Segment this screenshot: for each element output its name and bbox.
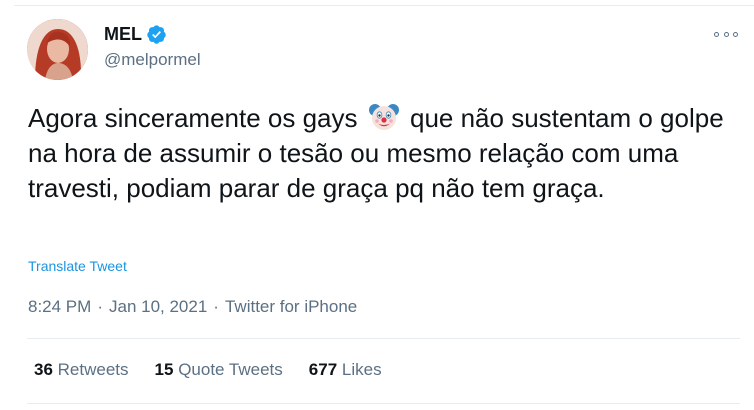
meta-separator: · [97,297,103,316]
tweet-date[interactable]: Jan 10, 2021 [109,297,207,317]
likes-label: Likes [341,360,382,379]
verified-badge-icon [146,24,167,45]
translate-tweet-link[interactable]: Translate Tweet [28,258,127,274]
tweet-text-part-1: Agora sinceramente os gays [28,103,358,133]
tweet-card: MEL @melpormel Agora sinceramente os gay… [0,0,754,410]
stats-top-divider [27,338,740,339]
quote-tweets-stat[interactable]: 15 Quote Tweets [155,360,283,380]
tweet-stats: 36 Retweets 15 Quote Tweets 677 Likes [34,360,382,380]
retweets-label: Retweets [57,360,129,379]
tweet-text: Agora sinceramente os gays que não suste… [28,101,728,206]
quote-tweets-count: 15 [154,360,174,379]
clown-face-icon [368,101,400,133]
likes-stat[interactable]: 677 Likes [309,360,382,380]
meta-separator: · [213,297,219,316]
tweet-source[interactable]: Twitter for iPhone [225,297,357,317]
author-name-row[interactable]: MEL [104,24,167,45]
top-divider [14,5,754,6]
likes-count: 677 [308,360,338,379]
tweet-meta: 8:24 PM · Jan 10, 2021 · Twitter for iPh… [28,297,357,317]
more-options-icon[interactable] [714,25,738,43]
avatar[interactable] [27,19,88,80]
stats-bottom-divider [27,403,740,404]
quote-tweets-label: Quote Tweets [178,360,283,379]
author-display-name[interactable]: MEL [104,24,142,45]
avatar-portrait [27,19,88,80]
author-handle[interactable]: @melpormel [104,50,201,70]
tweet-time[interactable]: 8:24 PM [28,297,91,317]
retweets-stat[interactable]: 36 Retweets [34,360,129,380]
retweets-count: 36 [34,360,53,379]
